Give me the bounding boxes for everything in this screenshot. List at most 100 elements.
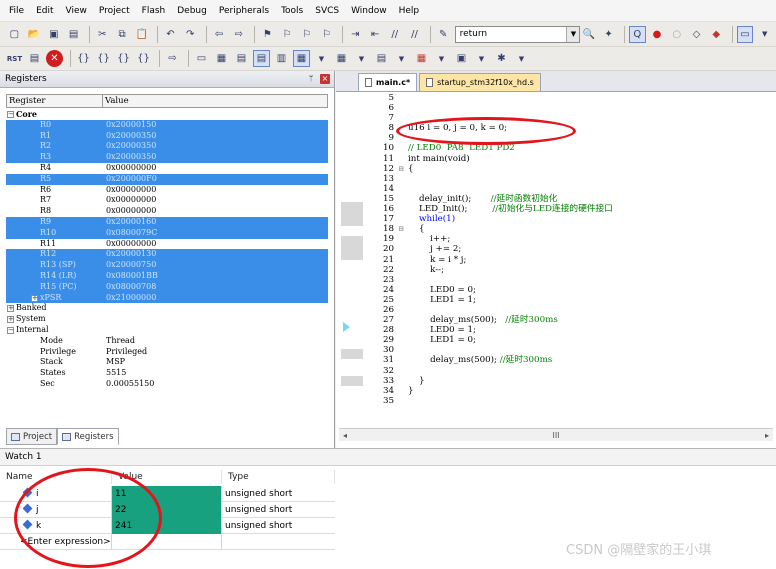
- code-line[interactable]: 35: [362, 396, 772, 406]
- code-line[interactable]: 31 delay_ms(500); //延时300ms: [362, 355, 772, 365]
- find-combo[interactable]: return ▼: [454, 25, 581, 43]
- comment-icon[interactable]: //: [386, 26, 403, 43]
- register-value[interactable]: Thread: [106, 336, 328, 347]
- register-row[interactable]: Sec 0.00055150: [6, 379, 328, 390]
- menu-svcs[interactable]: SVCS: [309, 1, 345, 21]
- register-value[interactable]: 0x20000350: [106, 141, 328, 153]
- code-line[interactable]: 15 delay_init(); //延时函数初始化: [362, 194, 772, 204]
- menu-file[interactable]: File: [3, 1, 30, 21]
- code-line[interactable]: 11 int main(void): [362, 154, 772, 164]
- serial-window-icon[interactable]: ▤: [373, 50, 390, 67]
- redo-icon[interactable]: ↷: [182, 26, 199, 43]
- column-value[interactable]: Value: [103, 95, 327, 107]
- uncomment-icon[interactable]: //: [406, 26, 423, 43]
- menu-tools[interactable]: Tools: [275, 1, 309, 21]
- symbols-window-icon[interactable]: ▤: [233, 50, 250, 67]
- watch-window-icon[interactable]: ▦: [293, 50, 310, 67]
- indent-icon[interactable]: ⇥: [347, 26, 364, 43]
- chevron-down-icon[interactable]: ▼: [353, 50, 370, 67]
- analysis-window-icon[interactable]: ▦: [413, 50, 430, 67]
- register-value[interactable]: 0x20000130: [106, 249, 328, 261]
- register-row[interactable]: R0 0x20000150: [6, 119, 328, 131]
- find-icon[interactable]: 🔍: [580, 26, 597, 43]
- command-window-icon[interactable]: ▭: [193, 50, 210, 67]
- disassembly-window-icon[interactable]: ▦: [213, 50, 230, 67]
- scroll-right-icon[interactable]: ▸: [765, 431, 769, 440]
- chevron-down-icon[interactable]: ▼: [313, 50, 330, 67]
- breakpoint-insert-icon[interactable]: ●: [649, 26, 666, 43]
- code-line[interactable]: 17 while(1): [362, 214, 772, 224]
- close-icon[interactable]: ×: [320, 74, 330, 84]
- breakpoint-disable-all-icon[interactable]: ◇: [688, 26, 705, 43]
- step-out-icon[interactable]: {}: [115, 50, 132, 67]
- menu-project[interactable]: Project: [93, 1, 136, 21]
- registers-window-icon[interactable]: ▤: [253, 50, 270, 67]
- debug-session-icon[interactable]: Q: [628, 25, 646, 43]
- register-row[interactable]: R14 (LR) 0x080001BB: [6, 270, 328, 282]
- code-line[interactable]: 14: [362, 184, 772, 194]
- register-value[interactable]: 5515: [106, 368, 328, 379]
- menu-flash[interactable]: Flash: [136, 1, 172, 21]
- memory-window-icon[interactable]: ▦: [333, 50, 350, 67]
- bookmark-toggle-icon[interactable]: ⚑: [259, 26, 276, 43]
- register-value[interactable]: 0x20000150: [106, 119, 328, 131]
- save-icon[interactable]: ▣: [45, 26, 62, 43]
- reset-cpu-button[interactable]: RST: [6, 50, 23, 67]
- register-row[interactable]: R7 0x00000000: [6, 195, 328, 206]
- toolbox-icon[interactable]: ✱: [493, 50, 510, 67]
- chevron-down-icon[interactable]: ▼: [513, 50, 530, 67]
- code-line[interactable]: 34}: [362, 386, 772, 396]
- nav-forward-icon[interactable]: ⇨: [230, 26, 247, 43]
- register-value[interactable]: 0x20000160: [106, 216, 328, 228]
- register-group[interactable]: − Core: [6, 109, 328, 120]
- register-value[interactable]: 0x20000350: [106, 152, 328, 163]
- run-icon[interactable]: ▤: [26, 50, 43, 67]
- register-value[interactable]: 0x00000000: [106, 206, 328, 217]
- tab-startup-s[interactable]: startup_stm32f10x_hd.s: [419, 73, 541, 91]
- chevron-down-icon[interactable]: ▼: [393, 50, 410, 67]
- register-row[interactable]: R10 0x0800079C: [6, 227, 328, 239]
- register-value[interactable]: MSP: [106, 357, 328, 368]
- bookmark-clear-icon[interactable]: ⚐: [318, 26, 335, 43]
- open-folder-icon[interactable]: 📂: [26, 26, 43, 43]
- register-value[interactable]: 0x08000708: [106, 281, 328, 293]
- breakpoint-disable-icon[interactable]: ○: [668, 26, 685, 43]
- code-line[interactable]: 32: [362, 366, 772, 376]
- menu-help[interactable]: Help: [393, 1, 426, 21]
- register-row[interactable]: R5 0x200000F0: [6, 173, 328, 185]
- new-file-icon[interactable]: ▢: [6, 26, 23, 43]
- register-row[interactable]: Stack MSP: [6, 357, 328, 368]
- scroll-left-icon[interactable]: ◂: [343, 431, 347, 440]
- menu-view[interactable]: View: [60, 1, 93, 21]
- register-row[interactable]: R6 0x00000000: [6, 185, 328, 196]
- code-line[interactable]: 12 ⊟{: [362, 164, 772, 174]
- register-row[interactable]: Mode Thread: [6, 336, 328, 347]
- register-row[interactable]: R9 0x20000160: [6, 216, 328, 228]
- register-row[interactable]: R13 (SP) 0x20000750: [6, 260, 328, 271]
- code-line[interactable]: 19 i++;: [362, 234, 772, 244]
- register-value[interactable]: 0x20000750: [106, 260, 328, 271]
- expand-icon[interactable]: +: [7, 316, 14, 324]
- code-line[interactable]: 26: [362, 305, 772, 315]
- code-line[interactable]: 22 k--;: [362, 265, 772, 275]
- register-row[interactable]: R4 0x00000000: [6, 163, 328, 174]
- register-row[interactable]: Privilege Privileged: [6, 347, 328, 358]
- bookmark-prev-icon[interactable]: ⚐: [279, 26, 296, 43]
- tab-project[interactable]: Project: [6, 428, 58, 445]
- unindent-icon[interactable]: ⇤: [367, 26, 384, 43]
- register-group[interactable]: + System: [6, 314, 328, 325]
- cut-icon[interactable]: ✂: [94, 26, 111, 43]
- collapse-icon[interactable]: −: [7, 326, 14, 334]
- code-line[interactable]: 18 ⊟ {: [362, 224, 772, 234]
- register-value[interactable]: 0x20000350: [106, 130, 328, 142]
- save-all-icon[interactable]: ▤: [65, 26, 82, 43]
- menu-peripherals[interactable]: Peripherals: [213, 1, 275, 21]
- show-next-statement-icon[interactable]: ⇨: [164, 50, 181, 67]
- register-value[interactable]: 0x00000000: [106, 195, 328, 206]
- call-stack-icon[interactable]: ▥: [273, 50, 290, 67]
- register-value[interactable]: 0x200000F0: [106, 173, 328, 185]
- register-value[interactable]: 0x21000000: [106, 292, 328, 304]
- code-line[interactable]: 6: [362, 103, 772, 113]
- fold-icon[interactable]: ⊟: [394, 164, 408, 174]
- register-group[interactable]: + Banked: [6, 303, 328, 314]
